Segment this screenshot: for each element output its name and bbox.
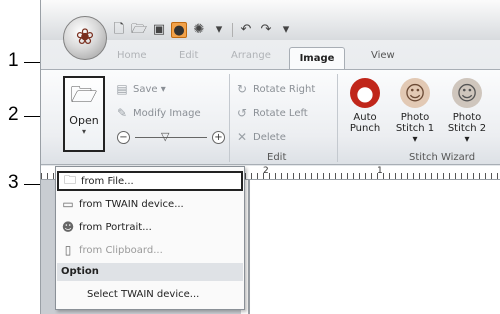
scanner-icon: ▭ [62,197,74,211]
clipboard-icon: ▯ [64,243,72,257]
folder-icon: 🗀 [63,172,76,187]
flower-logo-icon: ❀ [75,25,95,50]
callout-2: 2 [8,104,19,125]
active-tool-icon[interactable]: ● [171,22,187,38]
edit-group-label: Edit [267,152,287,163]
title-bar: 🗋 🗁 ▣ ● ✺ ▾ ↶ ↷ ▾ [41,0,500,40]
tab-arrange[interactable]: Arrange [231,50,271,61]
open-button[interactable]: 🗁 Open ▾ [63,76,105,152]
open-dropdown-menu: 🗀 from File... ▭ from TWAIN device... ☻ … [55,166,245,310]
callout-1: 1 [8,50,19,71]
photo-stitch-1-label: Photo Stitch 1 ▾ [395,112,435,145]
stitch-wizard-group-label: Stitch Wizard [409,152,476,163]
rotate-left-button[interactable]: ↺ Rotate Left [235,106,308,120]
rotate-right-button[interactable]: ↻ Rotate Right [235,82,315,96]
menu-item-from-file[interactable]: 🗀 from File... [57,171,243,191]
zoom-in-icon[interactable]: + [212,131,225,144]
rotate-right-label: Rotate Right [253,83,316,95]
portrait-photo-icon: ☺ [452,78,482,108]
slider-track [135,137,207,138]
rotate-left-icon: ↺ [236,106,248,120]
image-density-slider[interactable]: − ▽ + [117,131,227,145]
ribbon-tab-row: Home Edit Arrange Image View [41,47,500,71]
group-separator [229,74,230,162]
portrait-photo-icon: ☺ [400,78,430,108]
menu-item-label: from TWAIN device... [79,198,184,210]
auto-punch-button[interactable]: ● Auto Punch [343,78,387,134]
sew-icon[interactable]: ✺ [191,22,207,38]
menu-item-label: from File... [81,175,134,187]
option-section-header: Option [57,263,243,281]
photo-stitch-2-label: Photo Stitch 2 ▾ [447,112,487,145]
dropdown-icon[interactable]: ▾ [211,22,227,38]
ruler-mark: 2 [263,166,269,176]
delete-image-button[interactable]: ✕ Delete [235,130,286,144]
menu-item-label: from Portrait... [79,221,152,233]
delete-icon: ✕ [236,130,248,144]
menu-item-label: Select TWAIN device... [87,288,200,300]
menu-item-from-clipboard: ▯ from Clipboard... [57,240,243,260]
portrait-icon: ☻ [61,220,75,234]
toolbar-separator [232,23,233,37]
modify-image-button[interactable]: ✎ Modify Image [115,106,201,120]
auto-punch-label: Auto Punch [349,112,381,134]
customize-icon[interactable]: ▾ [278,22,294,38]
open-folder-icon[interactable]: 🗁 [131,22,147,38]
group-separator [337,74,338,162]
photo-stitch-1-button[interactable]: ☺ Photo Stitch 1 ▾ [393,78,437,145]
callout-3: 3 [8,172,19,193]
save-image-icon: ▤ [116,82,128,96]
tab-edit[interactable]: Edit [179,50,198,61]
application-menu-button[interactable]: ❀ [63,16,107,60]
open-button-label: Open [69,114,99,127]
new-icon[interactable]: 🗋 [111,22,127,38]
menu-item-from-portrait[interactable]: ☻ from Portrait... [57,217,243,237]
rotate-right-icon: ↻ [236,82,248,96]
delete-label: Delete [253,131,286,143]
apple-icon: ● [350,78,380,108]
ribbon-panel: 🗁 Open ▾ ▤ Save ▾ ✎ Modify Image − ▽ + ↻… [41,69,500,165]
ruler-mark: 1 [377,166,383,176]
zoom-out-icon[interactable]: − [117,131,130,144]
app-window: 🗋 🗁 ▣ ● ✺ ▾ ↶ ↷ ▾ ❀ Home Edit Arrange Im… [40,0,500,314]
save-image-button[interactable]: ▤ Save ▾ [115,82,166,96]
slider-thumb[interactable]: ▽ [161,131,169,143]
menu-item-select-twain[interactable]: Select TWAIN device... [57,284,243,304]
save-image-label: Save ▾ [133,83,166,95]
modify-image-icon: ✎ [116,106,128,120]
redo-icon[interactable]: ↷ [258,22,274,38]
quick-access-toolbar: 🗋 🗁 ▣ ● ✺ ▾ ↶ ↷ ▾ [111,22,294,38]
tab-image[interactable]: Image [289,47,345,71]
chevron-down-icon: ▾ [81,127,86,136]
tab-home[interactable]: Home [117,50,147,61]
undo-icon[interactable]: ↶ [238,22,254,38]
modify-image-label: Modify Image [133,107,201,119]
menu-item-label: from Clipboard... [79,244,163,256]
menu-item-from-twain[interactable]: ▭ from TWAIN device... [57,194,243,214]
rotate-left-label: Rotate Left [253,107,308,119]
save-icon[interactable]: ▣ [151,22,167,38]
open-image-icon: 🗁 [70,83,98,108]
photo-stitch-2-button[interactable]: ☺ Photo Stitch 2 ▾ [445,78,489,145]
design-canvas[interactable] [249,180,500,314]
tab-view[interactable]: View [371,50,395,61]
